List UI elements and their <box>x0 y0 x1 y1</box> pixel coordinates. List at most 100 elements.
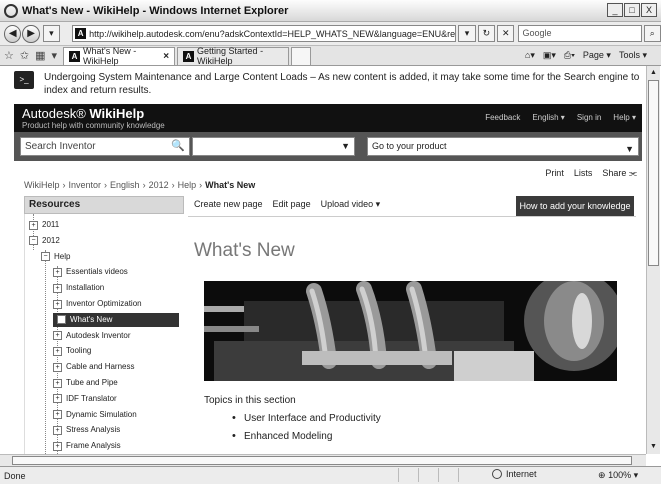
url-dropdown-icon[interactable]: ▾ <box>458 25 476 42</box>
tree-item[interactable]: + Dynamic Simulation <box>53 408 137 422</box>
expand-icon[interactable]: + <box>53 283 62 293</box>
tree-item[interactable]: + Tooling <box>53 344 91 358</box>
topic-link[interactable]: User Interface and Productivity <box>232 412 381 431</box>
expand-icon[interactable]: + <box>53 394 62 404</box>
close-tab-icon[interactable]: × <box>163 51 169 62</box>
tree-item[interactable]: + Frame Analysis <box>53 439 121 453</box>
expand-icon[interactable]: + <box>53 378 62 388</box>
minimize-button[interactable]: _ <box>607 3 623 17</box>
search-icon[interactable]: ⌕ <box>643 25 661 42</box>
search-icon[interactable]: 🔍 <box>171 139 185 152</box>
engine-hero-image <box>204 281 617 381</box>
tree-item-label: Help <box>54 251 71 261</box>
engine-illustration <box>204 281 617 381</box>
expand-icon[interactable]: + <box>53 267 62 277</box>
tree-item[interactable]: + Tube and Pipe <box>53 376 118 390</box>
expand-icon[interactable]: + <box>53 331 62 341</box>
tab-list-icon[interactable]: ▾ <box>52 49 58 62</box>
stop-icon[interactable]: ✕ <box>497 25 515 42</box>
language-menu[interactable]: English ▾ <box>532 113 564 122</box>
tree-item[interactable]: + IDF Translator <box>53 392 117 406</box>
back-icon[interactable]: ◀ <box>4 24 22 43</box>
home-icon[interactable]: ⌂▾ <box>525 50 535 61</box>
tree-item[interactable]: +2011 <box>29 218 59 232</box>
url-input[interactable]: A http://wikihelp.autodesk.com/enu?adskC… <box>72 25 457 42</box>
breadcrumb-item[interactable]: WikiHelp <box>24 180 60 190</box>
tree-item[interactable]: + Cable and Harness <box>53 360 134 374</box>
share-label: Share <box>602 168 627 178</box>
expand-icon[interactable]: + <box>53 299 62 309</box>
chevron-down-icon: ▼ <box>625 144 634 154</box>
close-window-button[interactable]: X <box>641 3 657 17</box>
forward-icon[interactable]: ▶ <box>22 24 40 43</box>
help-menu[interactable]: Help ▾ <box>613 113 636 122</box>
breadcrumb-item[interactable]: Help <box>178 180 197 190</box>
feeds-icon[interactable]: ▣▾ <box>543 50 556 61</box>
tree-item-label: Dynamic Simulation <box>66 409 137 419</box>
print-icon[interactable]: ⎙▾ <box>564 50 575 61</box>
upload-video-menu[interactable]: Upload video ▾ <box>321 199 381 210</box>
maximize-button[interactable]: □ <box>624 3 640 17</box>
refresh-icon[interactable]: ↻ <box>477 25 496 42</box>
tree-item[interactable]: − Help <box>41 250 70 264</box>
scroll-thumb[interactable] <box>648 80 659 266</box>
quick-tabs-icon[interactable]: ▦ <box>35 49 45 62</box>
site-tagline: Product help with community knowledge <box>22 121 165 130</box>
breadcrumb-item[interactable]: 2012 <box>149 180 169 190</box>
search-scope-select[interactable]: ▼ <box>192 137 355 156</box>
page-tools: Print Lists Share ⫘ <box>545 168 637 179</box>
page-menu[interactable]: Page ▾ <box>583 50 611 61</box>
security-zone[interactable]: Internet <box>492 469 537 479</box>
tree-item[interactable]: + Essentials videos <box>53 265 128 279</box>
browser-search-input[interactable]: Google <box>518 25 642 42</box>
print-link[interactable]: Print <box>545 168 564 179</box>
page-title: What's New <box>194 240 295 261</box>
site-search-input[interactable]: Search Inventor 🔍 <box>20 137 190 156</box>
expand-icon[interactable]: + <box>53 346 62 356</box>
collapse-icon[interactable]: − <box>41 252 50 262</box>
tree-item[interactable]: + Autodesk Inventor <box>53 329 130 343</box>
expand-icon[interactable]: + <box>57 315 66 325</box>
history-dropdown-icon[interactable]: ▾ <box>42 25 61 42</box>
horizontal-scrollbar[interactable] <box>0 454 646 466</box>
expand-icon[interactable]: + <box>53 410 62 420</box>
breadcrumb-item[interactable]: English <box>110 180 140 190</box>
create-page-link[interactable]: Create new page <box>194 199 263 210</box>
tab-label: Getting Started - WikiHelp <box>197 46 264 66</box>
new-tab-button[interactable] <box>291 46 312 65</box>
breadcrumb: WikiHelp › Inventor › English › 2012 › Help ›… <box>24 180 255 190</box>
tree-item[interactable]: + Installation <box>53 281 104 295</box>
zoom-control[interactable]: ⊕ 100% ▾ <box>598 470 638 481</box>
how-to-add-knowledge-button[interactable]: How to add your knowledge <box>516 196 634 216</box>
favorites-star-icon[interactable]: ☆ <box>4 49 14 62</box>
expand-icon[interactable]: + <box>53 362 62 372</box>
tab-whats-new[interactable]: A What's New - WikiHelp × <box>63 46 176 66</box>
product-select[interactable]: Go to your product ▼ <box>367 137 639 156</box>
edit-page-link[interactable]: Edit page <box>273 199 311 210</box>
expand-icon[interactable]: + <box>53 425 62 435</box>
add-favorites-icon[interactable]: ✩ <box>20 49 29 62</box>
tree-item[interactable]: + Stress Analysis <box>53 423 120 437</box>
address-toolbar: ◀ ▶ ▾ A http://wikihelp.autodesk.com/enu… <box>0 22 661 46</box>
vertical-scrollbar[interactable]: ▲ ▼ <box>646 66 660 454</box>
scroll-down-icon[interactable]: ▼ <box>648 441 659 453</box>
tab-getting-started[interactable]: A Getting Started - WikiHelp <box>177 46 290 66</box>
tree-item[interactable]: −2012 <box>29 234 60 248</box>
expand-icon[interactable]: + <box>53 441 62 451</box>
breadcrumb-separator: › <box>62 180 66 190</box>
feedback-link[interactable]: Feedback <box>485 113 520 122</box>
search-row: Search Inventor 🔍 ▼ Go to your product ▼ <box>14 132 642 161</box>
tools-menu[interactable]: Tools ▾ <box>619 50 647 61</box>
scroll-up-icon[interactable]: ▲ <box>648 67 659 79</box>
expand-icon[interactable]: + <box>29 220 38 230</box>
collapse-icon[interactable]: − <box>29 236 38 246</box>
tree-item-label: Stress Analysis <box>66 425 121 435</box>
share-link[interactable]: Share ⫘ <box>602 168 637 179</box>
breadcrumb-item[interactable]: Inventor <box>69 180 102 190</box>
topic-link[interactable]: Enhanced Modeling <box>232 430 381 449</box>
tree-item[interactable]: + Inventor Optimization <box>53 297 142 311</box>
scroll-thumb[interactable] <box>12 456 632 465</box>
tree-item[interactable]: + What's New <box>53 312 179 327</box>
lists-link[interactable]: Lists <box>574 168 593 179</box>
sign-in-link[interactable]: Sign in <box>577 113 601 122</box>
